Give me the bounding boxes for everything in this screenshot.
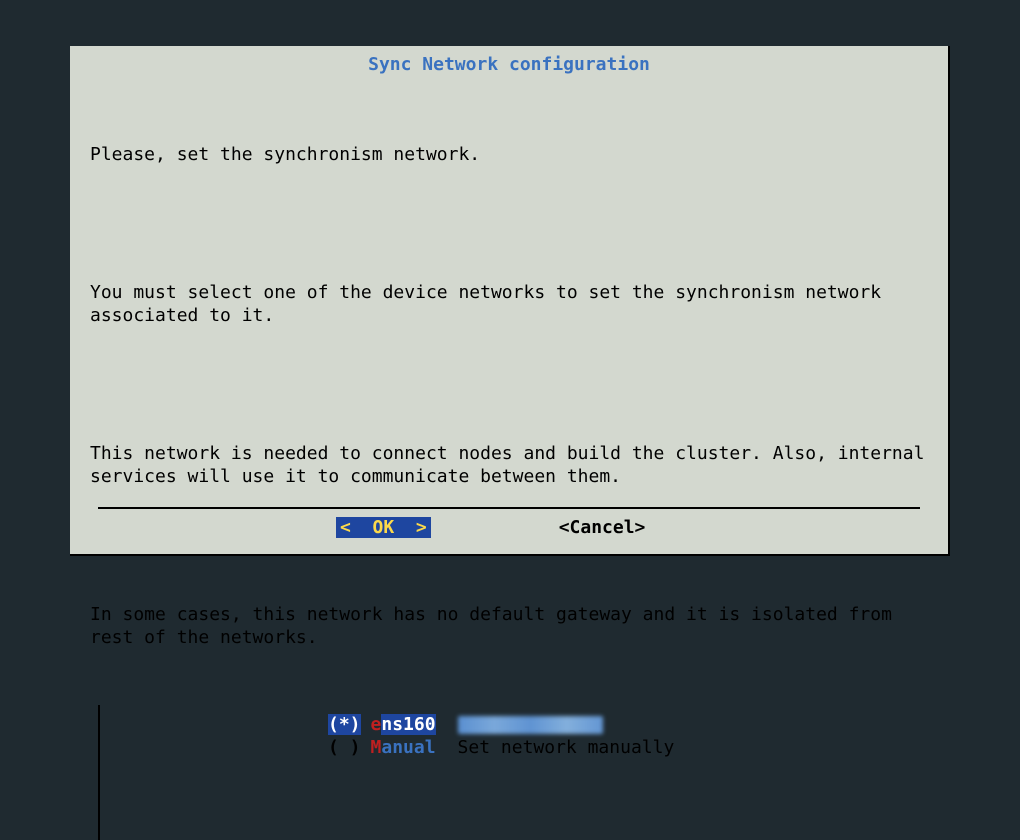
hotkey-letter: M xyxy=(371,737,382,758)
body-line-4: In some cases, this network has no defau… xyxy=(90,603,928,649)
body-line-1: Please, set the synchronism network. xyxy=(90,143,928,166)
body-blank-1 xyxy=(90,212,928,235)
radio-mark-unselected: ( ) xyxy=(328,737,361,758)
redacted-network-value xyxy=(458,716,603,734)
body-line-3: This network is needed to connect nodes … xyxy=(90,442,928,488)
hotkey-letter: e xyxy=(371,714,382,735)
radio-option-manual[interactable]: ( ) Manual Set network manually xyxy=(100,736,920,759)
body-blank-2 xyxy=(90,373,928,396)
button-bar: < OK > <Cancel> xyxy=(98,507,920,538)
radio-mark-selected: (*) xyxy=(328,714,361,735)
dialog-title: Sync Network configuration xyxy=(90,54,928,75)
cancel-button[interactable]: <Cancel> xyxy=(559,517,646,538)
option-label-rest: ns160 xyxy=(381,714,435,735)
option-label: Manual xyxy=(371,737,436,758)
option-label-rest: anual xyxy=(381,737,435,758)
option-label: ens160 xyxy=(371,714,436,735)
ok-button[interactable]: < OK > xyxy=(336,517,431,538)
options-frame: (*) ens160 ( ) Manual Set network manual… xyxy=(98,705,920,840)
body-line-2: You must select one of the device networ… xyxy=(90,281,928,327)
radio-option-ens160[interactable]: (*) ens160 xyxy=(100,713,920,736)
option-description: Set network manually xyxy=(458,737,675,758)
dialog-body: Please, set the synchronism network. You… xyxy=(90,97,928,695)
dialog-box: Sync Network configuration Please, set t… xyxy=(70,46,950,556)
